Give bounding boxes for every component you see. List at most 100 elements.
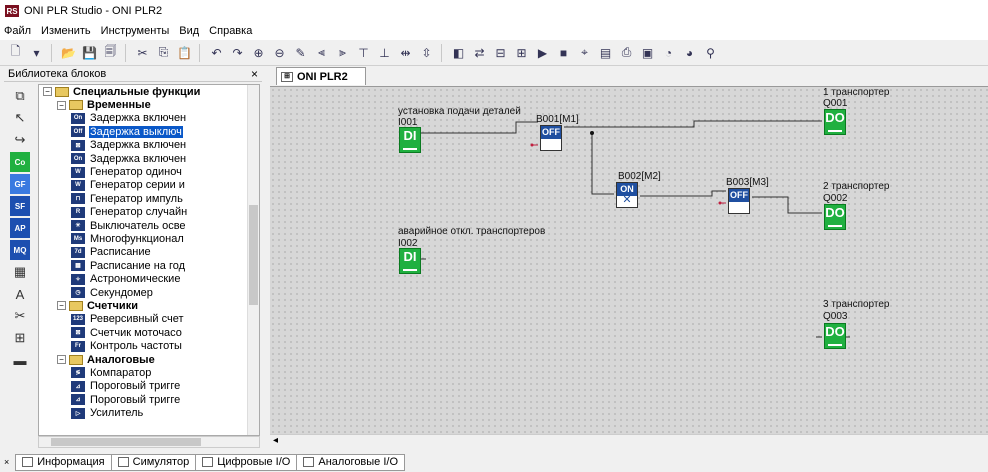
- monitor-icon[interactable]: ⊞: [512, 43, 531, 62]
- tree-item[interactable]: ☀ Выключатель осве: [39, 219, 259, 232]
- tree-item[interactable]: ⊠ Счетчик моточасо: [39, 326, 259, 339]
- tree-item[interactable]: ⊿ Пороговый тригге: [39, 393, 259, 406]
- tree-item[interactable]: W Генератор одиноч: [39, 165, 259, 178]
- new-icon[interactable]: 🗋: [6, 43, 25, 62]
- block-icon[interactable]: ⧉: [10, 86, 30, 106]
- close-icon[interactable]: ×: [4, 457, 9, 467]
- tree-horizontal-scrollbar[interactable]: [38, 436, 260, 448]
- tree-item[interactable]: ◷ Секундомер: [39, 286, 259, 299]
- distribute-v-icon[interactable]: ⇳: [417, 43, 436, 62]
- off-delay-block-b001[interactable]: OFF: [540, 125, 562, 151]
- download-icon[interactable]: ⊟: [491, 43, 510, 62]
- collapse-icon[interactable]: −: [43, 87, 52, 97]
- paste-icon[interactable]: 📋: [175, 43, 194, 62]
- wire-b003-q002[interactable]: [752, 196, 822, 214]
- network-icon[interactable]: ⊞: [10, 328, 30, 348]
- cut-wire-icon[interactable]: ✂: [10, 306, 30, 326]
- module-icon[interactable]: ▬: [10, 350, 30, 370]
- stop-icon[interactable]: ■: [554, 43, 573, 62]
- connector-icon[interactable]: ↪: [10, 130, 30, 150]
- digital-output-q003[interactable]: DO: [824, 323, 846, 349]
- pointer-icon[interactable]: ↖: [10, 108, 30, 128]
- menu-edit[interactable]: Изменить: [41, 25, 91, 37]
- collapse-icon[interactable]: −: [57, 301, 66, 311]
- close-icon[interactable]: ×: [251, 67, 258, 81]
- dropdown-icon[interactable]: ▾: [27, 43, 46, 62]
- wire-i001-b001[interactable]: [421, 121, 538, 134]
- tree-item[interactable]: ⊠ Задержка включен: [39, 139, 259, 152]
- tree-item[interactable]: 123 Реверсивный счет: [39, 313, 259, 326]
- print-icon[interactable]: ⎙: [617, 43, 636, 62]
- tree-item[interactable]: Fr Контроль частоты: [39, 339, 259, 352]
- scroll-thumb[interactable]: [51, 438, 201, 446]
- search-icon[interactable]: ⚲: [701, 43, 720, 62]
- tree-vertical-scrollbar[interactable]: [247, 85, 259, 435]
- tree-item[interactable]: W Генератор серии и: [39, 179, 259, 192]
- mq-icon[interactable]: MQ: [10, 240, 30, 260]
- tab-simulator[interactable]: Симулятор: [110, 453, 197, 471]
- tree-item[interactable]: ▷ Усилитель: [39, 406, 259, 419]
- gf-icon[interactable]: GF: [10, 174, 30, 194]
- text-icon[interactable]: A: [10, 284, 30, 304]
- compile-icon[interactable]: ◧: [449, 43, 468, 62]
- time-icon[interactable]: ◕: [680, 43, 699, 62]
- connect-icon[interactable]: ⇄: [470, 43, 489, 62]
- tree-item[interactable]: On Задержка включен: [39, 152, 259, 165]
- chart-icon[interactable]: ▤: [596, 43, 615, 62]
- tree-item[interactable]: Off Задержка выключ: [39, 125, 259, 138]
- sf-icon[interactable]: SF: [10, 196, 30, 216]
- tree-item[interactable]: R Генератор случайн: [39, 206, 259, 219]
- zoom-in-icon[interactable]: ⊕: [249, 43, 268, 62]
- redo-icon[interactable]: ↷: [228, 43, 247, 62]
- diagram-canvas[interactable]: установка подачи деталей I001 DI аварийн…: [270, 86, 988, 434]
- off-delay-block-b003[interactable]: OFF: [728, 188, 750, 214]
- digital-input-i002[interactable]: DI: [399, 248, 421, 274]
- table-icon[interactable]: ▦: [10, 262, 30, 282]
- align-right-icon[interactable]: ⫸: [333, 43, 352, 62]
- cut-icon[interactable]: ✂: [133, 43, 152, 62]
- run-icon[interactable]: ▶: [533, 43, 552, 62]
- tree-folder[interactable]: − Специальные функции: [39, 85, 259, 98]
- digital-output-q001[interactable]: DO: [824, 109, 846, 135]
- menu-tools[interactable]: Инструменты: [101, 25, 170, 37]
- wire-b002-b003[interactable]: [640, 190, 726, 197]
- tree-item[interactable]: 7d Расписание: [39, 246, 259, 259]
- tree-item[interactable]: ⊓ Генератор импуль: [39, 192, 259, 205]
- copy-icon[interactable]: ⎘: [154, 43, 173, 62]
- align-top-icon[interactable]: ⊤: [354, 43, 373, 62]
- zoom-out-icon[interactable]: ⊖: [270, 43, 289, 62]
- tree-item[interactable]: On Задержка включен: [39, 112, 259, 125]
- scroll-left-icon[interactable]: ◂: [273, 435, 278, 446]
- wire-b001-q001[interactable]: [564, 120, 822, 128]
- simulate-icon[interactable]: ⌖: [575, 43, 594, 62]
- open-icon[interactable]: 📂: [59, 43, 78, 62]
- pen-icon[interactable]: ✎: [291, 43, 310, 62]
- collapse-icon[interactable]: −: [57, 355, 66, 364]
- menu-file[interactable]: Файл: [4, 25, 31, 37]
- save-all-icon[interactable]: 🗐: [101, 43, 120, 62]
- digital-input-i001[interactable]: DI: [399, 127, 421, 153]
- canvas-horizontal-scrollbar[interactable]: ◂: [270, 434, 988, 448]
- tab-oni-plr2[interactable]: ⊞ ONI PLR2: [276, 67, 366, 85]
- ap-icon[interactable]: AP: [10, 218, 30, 238]
- on-delay-block-b002[interactable]: ON ✕: [616, 182, 638, 208]
- tree-item[interactable]: ✧ Астрономические: [39, 272, 259, 285]
- tree-item[interactable]: ▦ Расписание на год: [39, 259, 259, 272]
- tab-digital-io[interactable]: Цифровые I/O: [195, 453, 298, 471]
- collapse-icon[interactable]: −: [57, 100, 66, 110]
- tree-item[interactable]: ≶ Компаратор: [39, 366, 259, 379]
- tree-folder[interactable]: − Счетчики: [39, 299, 259, 312]
- tree-folder[interactable]: − Аналоговые: [39, 353, 259, 366]
- tree-item[interactable]: Ms Многофункционал: [39, 232, 259, 245]
- digital-output-q002[interactable]: DO: [824, 204, 846, 230]
- menu-view[interactable]: Вид: [179, 25, 199, 37]
- clock-icon[interactable]: ◔: [659, 43, 678, 62]
- save-icon[interactable]: 💾: [80, 43, 99, 62]
- print-preview-icon[interactable]: ▣: [638, 43, 657, 62]
- align-left-icon[interactable]: ⫷: [312, 43, 331, 62]
- tab-info[interactable]: Информация: [15, 453, 112, 471]
- wire-b001-b002[interactable]: [591, 133, 614, 195]
- distribute-h-icon[interactable]: ⇹: [396, 43, 415, 62]
- align-bottom-icon[interactable]: ⊥: [375, 43, 394, 62]
- menu-help[interactable]: Справка: [209, 25, 252, 37]
